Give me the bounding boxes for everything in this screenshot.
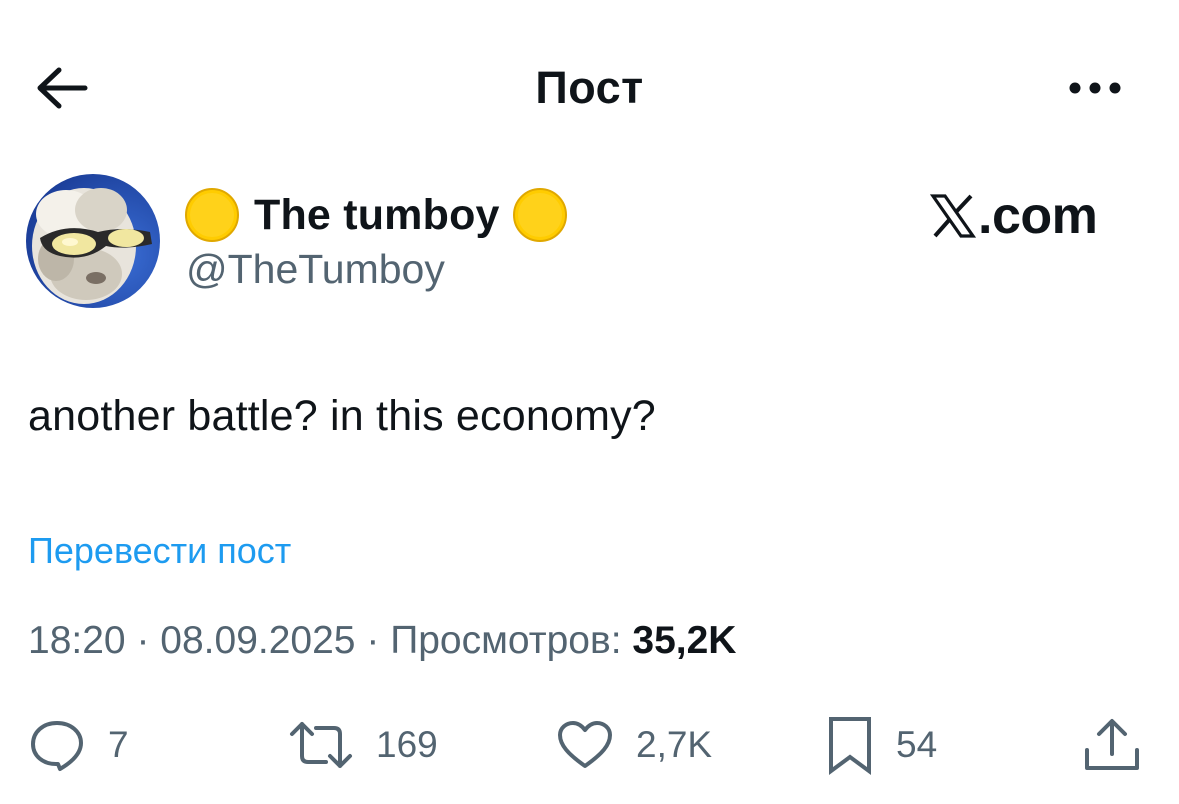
bookmark-icon — [829, 717, 871, 775]
author-handle[interactable]: @TheTumboy — [186, 244, 445, 294]
post-time[interactable]: 18:20 — [28, 619, 126, 662]
avatar-image — [26, 174, 160, 308]
repost-icon — [290, 722, 352, 768]
x-logo-icon — [930, 194, 976, 238]
bookmark-button[interactable]: 54 — [826, 710, 937, 780]
post-page: Пост The tumboy @TheTumboy .com another … — [0, 0, 1179, 804]
author-display-name: The tumboy — [254, 190, 500, 239]
action-bar: 7 169 2,7K 54 — [0, 710, 1179, 780]
bookmark-count: 54 — [896, 724, 938, 765]
repost-count: 169 — [376, 724, 438, 765]
post-meta: 18:20 · 08.09.2025 · Просмотров: 35,2K — [28, 615, 736, 667]
post-date[interactable]: 08.09.2025 — [160, 619, 355, 662]
meta-separator: · — [136, 619, 150, 662]
ellipsis-icon — [1069, 82, 1121, 94]
watermark-domain: .com — [978, 187, 1098, 245]
reply-button[interactable]: 7 — [28, 710, 129, 780]
share-icon — [1085, 719, 1139, 770]
reply-count: 7 — [108, 724, 129, 765]
yellow-circle-icon — [512, 188, 567, 242]
share-button[interactable] — [1082, 710, 1142, 780]
page-title: Пост — [535, 62, 644, 113]
avatar[interactable] — [26, 174, 160, 308]
more-options-button[interactable] — [1060, 64, 1130, 112]
repost-button[interactable]: 169 — [288, 710, 438, 780]
like-button[interactable]: 2,7K — [556, 710, 712, 780]
translate-post-link[interactable]: Перевести пост — [28, 527, 291, 575]
meta-separator: · — [366, 619, 380, 662]
views-label: Просмотров: — [390, 619, 622, 662]
post-text: another battle? in this economy? — [28, 392, 656, 440]
reply-icon — [31, 721, 83, 771]
like-count: 2,7K — [636, 724, 713, 765]
author-name-row[interactable]: The tumboy — [184, 186, 568, 244]
x-com-watermark: .com — [930, 186, 1130, 246]
heart-icon — [558, 721, 612, 768]
yellow-circle-icon — [185, 188, 239, 242]
views-count: 35,2K — [632, 619, 737, 662]
